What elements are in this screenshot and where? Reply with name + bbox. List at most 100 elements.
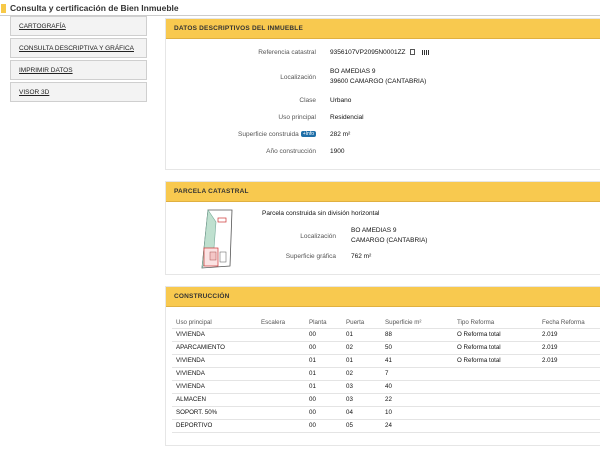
anio-label: Año construcción — [266, 148, 316, 155]
cell-uso: ALMACEN — [176, 396, 206, 403]
cell-uso: VIVIENDA — [176, 370, 205, 377]
table-row: VIVIENDA 01 01 41 O Reforma total 2.019 — [172, 355, 600, 368]
sidebar-item-consulta[interactable]: CONSULTA DESCRIPTIVA Y GRÁFICA — [10, 38, 147, 58]
table-row: ALMACEN 00 03 22 — [172, 394, 600, 407]
sidebar: CARTOGRAFÍA CONSULTA DESCRIPTIVA Y GRÁFI… — [10, 16, 147, 104]
construccion-panel: CONSTRUCCIÓN Uso principal Escalera Plan… — [165, 286, 600, 446]
col-planta: Planta — [309, 319, 327, 326]
cell-puerta: 02 — [346, 370, 353, 377]
table-row: SOPORT. 50% 00 04 10 — [172, 407, 600, 420]
cell-planta: 01 — [309, 383, 316, 390]
cell-tipo-reforma: O Reforma total — [457, 344, 501, 351]
cell-tipo-reforma: O Reforma total — [457, 331, 501, 338]
col-superficie: Superficie m² — [385, 319, 422, 326]
col-uso: Uso principal — [176, 319, 212, 326]
cell-superficie: 22 — [385, 396, 392, 403]
parcela-loc-line2: CAMARGO (CANTABRIA) — [351, 237, 428, 244]
panel-title: CONSTRUCCIÓN — [174, 293, 230, 300]
info-badge[interactable]: +Info — [300, 131, 316, 138]
sidebar-item-visor-3d[interactable]: VISOR 3D — [10, 82, 147, 102]
ref-value-row: 9356107VP2095N0001ZZ — [330, 49, 431, 56]
cell-uso: DEPORTIVO — [176, 422, 213, 429]
header-accent-mark — [1, 3, 6, 13]
panel-header: PARCELA CATASTRAL — [166, 182, 600, 202]
cell-puerta: 04 — [346, 409, 353, 416]
sup-label: Superficie construida — [238, 131, 299, 138]
cell-puerta: 01 — [346, 357, 353, 364]
col-escalera: Escalera — [261, 319, 286, 326]
cell-planta: 00 — [309, 396, 316, 403]
table-row: DEPORTIVO 00 05 24 — [172, 420, 600, 433]
parcela-subtitle: Parcela construida sin división horizont… — [262, 210, 380, 217]
cell-puerta: 05 — [346, 422, 353, 429]
cell-puerta: 03 — [346, 383, 353, 390]
loc-label: Localización — [280, 74, 316, 81]
anio-value: 1900 — [330, 148, 345, 155]
parcela-sup-label: Superficie gráfica — [285, 253, 336, 260]
table-header-row: Uso principal Escalera Planta Puerta Sup… — [172, 317, 600, 329]
datos-descriptivos-panel: DATOS DESCRIPTIVOS DEL INMUEBLE Referenc… — [165, 18, 600, 170]
sidebar-item-label[interactable]: IMPRIMIR DATOS — [19, 67, 73, 74]
page-header: Consulta y certificación de Bien Inmuebl… — [0, 0, 600, 16]
parcela-loc-line1: BO AMEDIAS 9 — [351, 227, 397, 234]
sup-label-row: Superficie construida +Info — [166, 131, 316, 138]
loc-line2: 39600 CAMARGO (CANTABRIA) — [330, 78, 427, 85]
cell-planta: 00 — [309, 409, 316, 416]
table-body: VIVIENDA 00 01 88 O Reforma total 2.019 APARCA… — [172, 329, 600, 433]
page-title: Consulta y certificación de Bien Inmuebl… — [10, 3, 179, 13]
table-row: VIVIENDA 01 03 40 — [172, 381, 600, 394]
parcela-loc-label: Localización — [300, 233, 336, 240]
cell-uso: VIVIENDA — [176, 331, 205, 338]
cell-planta: 00 — [309, 422, 316, 429]
clase-label: Clase — [299, 97, 316, 104]
cell-puerta: 03 — [346, 396, 353, 403]
cell-superficie: 50 — [385, 344, 392, 351]
panel-header: DATOS DESCRIPTIVOS DEL INMUEBLE — [166, 19, 600, 39]
construccion-table: Uso principal Escalera Planta Puerta Sup… — [172, 317, 600, 433]
barcode-icon[interactable] — [422, 49, 431, 55]
cell-uso: VIVIENDA — [176, 357, 205, 364]
cell-superficie: 88 — [385, 331, 392, 338]
parcela-panel: PARCELA CATASTRAL Parcela construida sin… — [165, 181, 600, 275]
cell-tipo-reforma: O Reforma total — [457, 357, 501, 364]
cell-planta: 01 — [309, 370, 316, 377]
cell-planta: 00 — [309, 331, 316, 338]
cell-superficie: 24 — [385, 422, 392, 429]
cell-planta: 00 — [309, 344, 316, 351]
table-row: APARCAMIENTO 00 02 50 O Reforma total 2.019 — [172, 342, 600, 355]
sidebar-item-cartografia[interactable]: CARTOGRAFÍA — [10, 16, 147, 36]
cell-puerta: 02 — [346, 344, 353, 351]
copy-icon[interactable] — [410, 49, 416, 56]
sup-value: 282 m² — [330, 131, 351, 138]
sidebar-item-label[interactable]: VISOR 3D — [19, 89, 49, 96]
cell-uso: SOPORT. 50% — [176, 409, 218, 416]
panel-title: PARCELA CATASTRAL — [174, 188, 249, 195]
table-row: VIVIENDA 01 02 7 — [172, 368, 600, 381]
cell-uso: VIVIENDA — [176, 383, 205, 390]
ref-value: 9356107VP2095N0001ZZ — [330, 49, 406, 56]
cell-superficie: 7 — [385, 370, 389, 377]
uso-label: Uso principal — [278, 114, 316, 121]
panel-header: CONSTRUCCIÓN — [166, 287, 600, 307]
cell-fecha-reforma: 2.019 — [542, 357, 558, 364]
col-fecha-reforma: Fecha Reforma — [542, 319, 585, 326]
col-tipo-reforma: Tipo Reforma — [457, 319, 495, 326]
cell-superficie: 10 — [385, 409, 392, 416]
sidebar-item-label[interactable]: CARTOGRAFÍA — [19, 23, 66, 30]
panel-title: DATOS DESCRIPTIVOS DEL INMUEBLE — [174, 25, 303, 32]
table-row: VIVIENDA 00 01 88 O Reforma total 2.019 — [172, 329, 600, 342]
sidebar-item-label[interactable]: CONSULTA DESCRIPTIVA Y GRÁFICA — [19, 45, 134, 52]
cell-puerta: 01 — [346, 331, 353, 338]
cell-superficie: 40 — [385, 383, 392, 390]
cell-uso: APARCAMIENTO — [176, 344, 225, 351]
uso-value: Residencial — [330, 114, 364, 121]
cell-superficie: 41 — [385, 357, 392, 364]
col-puerta: Puerta — [346, 319, 365, 326]
parcela-sup-value: 762 m² — [351, 253, 372, 260]
cell-fecha-reforma: 2.019 — [542, 331, 558, 338]
loc-line1: BO AMEDIAS 9 — [330, 68, 376, 75]
cell-fecha-reforma: 2.019 — [542, 344, 558, 351]
cell-planta: 01 — [309, 357, 316, 364]
clase-value: Urbano — [330, 97, 352, 104]
sidebar-item-imprimir[interactable]: IMPRIMIR DATOS — [10, 60, 147, 80]
